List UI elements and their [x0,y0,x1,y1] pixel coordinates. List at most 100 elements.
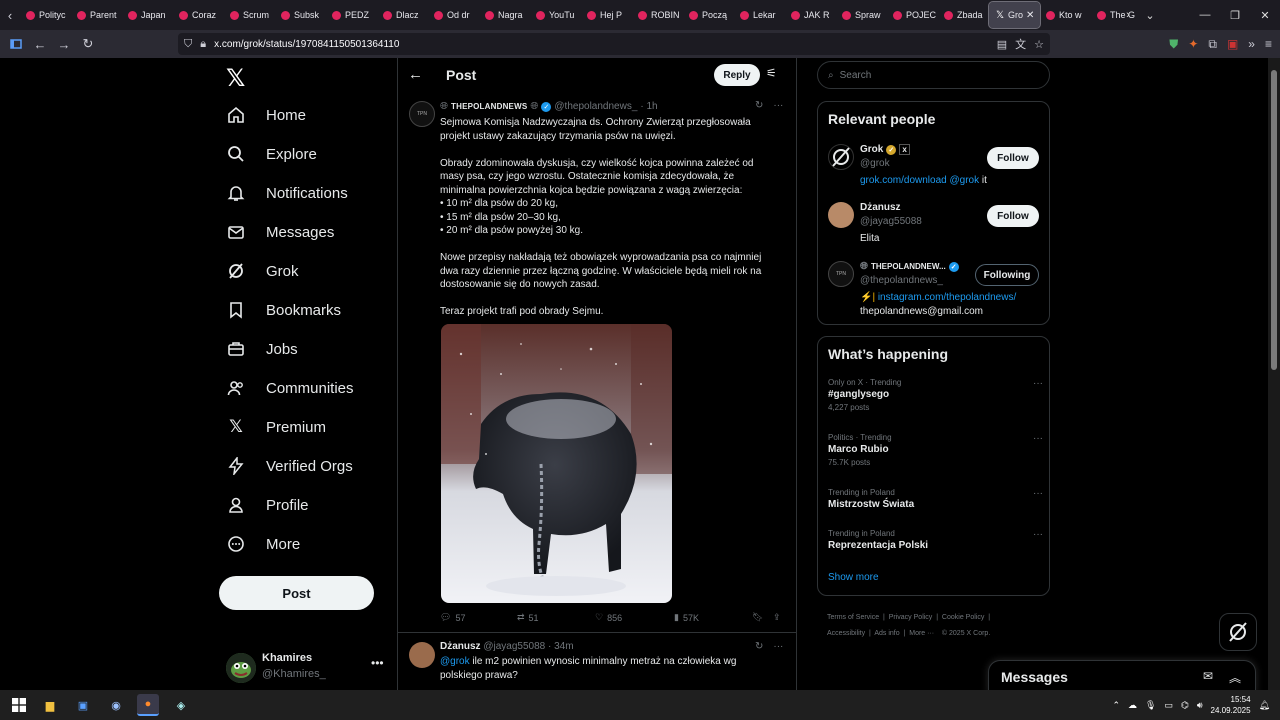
post-time[interactable]: · 1h [640,101,657,112]
browser-tab[interactable]: PEDZ [326,2,377,28]
nav-item-premium[interactable]: 𝕏 Premium [226,412,326,442]
follow-button[interactable]: Follow [987,147,1039,169]
reply-action[interactable]: 💬︎ 57 [440,612,465,623]
avatar[interactable] [828,202,854,228]
more-dots-icon[interactable]: ··· [1033,488,1043,499]
more-dots-icon[interactable]: ··· [1033,433,1043,444]
like-action[interactable]: ♡ 856 [595,612,622,623]
browser-tab[interactable]: 𝕏 Gro ✕ [988,1,1041,29]
trend-item[interactable]: Trending in Poland Mistrzostw Świata ··· [828,488,1043,510]
app-icon[interactable]: ◈ [170,694,192,716]
trend-item[interactable]: Trending in Poland Reprezentacja Polski … [828,529,1043,551]
reply-author-handle[interactable]: @jayag55088 [483,641,545,652]
nav-item-verified-orgs[interactable]: Verified Orgs [226,451,353,481]
browser-tab[interactable]: Spraw [836,2,887,28]
browser-tab[interactable]: Hej P [581,2,632,28]
minimize-icon[interactable]: — [1190,0,1220,30]
scrollbar-thumb[interactable] [1271,70,1277,370]
extensions-puzzle-icon[interactable]: ⧉ [1208,37,1217,52]
browser-tab[interactable]: POJEC [887,2,938,28]
browser-tab[interactable]: Dlacz [377,2,428,28]
tab-scroll-right-icon[interactable]: › [1117,0,1139,30]
clock[interactable]: 15:54 24.09.2025 [1211,694,1251,716]
browser-tab[interactable]: Zbada [938,2,989,28]
cloud-icon[interactable]: ☁ [1128,700,1137,711]
more-dots-icon[interactable]: ··· [773,100,783,111]
grok-explain-icon[interactable]: ↻ [755,641,763,652]
nav-item-notifications[interactable]: Notifications [226,178,348,208]
firefox-icon[interactable]: ● [137,694,159,716]
steam-icon[interactable]: ◉ [105,694,127,716]
browser-tab[interactable]: Lekar [734,2,785,28]
following-button[interactable]: Following [975,264,1039,286]
nav-item-messages[interactable]: Messages [226,217,334,247]
footer-link[interactable]: Cookie Policy [942,614,984,621]
messages-drawer[interactable]: Messages ✉ ︽ [988,660,1256,694]
reply-author-name[interactable]: Dżanusz [440,641,481,652]
grok-explain-icon[interactable]: ↻ [755,100,763,111]
nav-item-profile[interactable]: Profile [226,490,309,520]
views-action[interactable]: ▮ 57K [674,612,699,623]
tray-chevron-up-icon[interactable]: ⌃ [1112,700,1120,711]
nav-item-communities[interactable]: Communities [226,373,354,403]
show-more-link[interactable]: Show more [828,572,879,583]
account-menu-dots-icon[interactable]: ••• [371,656,384,670]
notification-bell-icon[interactable]: 🔔︎ [1259,700,1270,711]
author-name[interactable]: THEPOLANDNEWS [451,102,527,111]
browser-tab[interactable]: YouTu [530,2,581,28]
nav-item-grok[interactable]: Grok [226,256,299,286]
browser-tab[interactable]: Parent [71,2,122,28]
browser-tab[interactable]: Coraz [173,2,224,28]
new-message-icon[interactable]: ✉ [1203,669,1213,683]
translate-icon[interactable]: 文 [1015,36,1026,52]
reload-icon[interactable]: ↻ [76,32,100,56]
bio-mention[interactable]: @grok [950,175,980,186]
bookmark-icon[interactable]: 🔖︎ [752,612,763,623]
nav-item-jobs[interactable]: Jobs [226,334,298,364]
nav-item-more[interactable]: More [226,529,300,559]
url-text[interactable]: x.com/grok/status/1970841150501364110 [214,39,399,50]
browser-tab[interactable]: Kto w [1040,2,1091,28]
url-bar[interactable]: ⛉ 🔒︎ x.com/grok/status/19708411505013641… [178,33,1050,55]
post-button[interactable]: Post [219,576,374,610]
volume-icon[interactable]: 🔊︎ [1197,700,1203,711]
tab-scroll-left-icon[interactable]: ‹ [0,0,20,30]
person-name-text[interactable]: Grok [860,144,883,155]
footer-link[interactable]: Ads info [874,630,899,637]
bio-link[interactable]: grok.com/download [860,175,947,186]
browser-tab[interactable]: JAK R [785,2,836,28]
maximize-icon[interactable]: ❐ [1220,0,1250,30]
close-tab-icon[interactable]: ✕ [1026,10,1034,21]
nav-item-explore[interactable]: Explore [226,139,317,169]
footer-link[interactable]: More ··· [909,630,934,637]
browser-tab[interactable]: Polityc [20,2,71,28]
forward-arrow-icon[interactable]: → [52,32,76,56]
browser-tab[interactable]: Japan [122,2,173,28]
more-dots-icon[interactable]: ··· [1033,378,1043,389]
search-input[interactable]: ⌕ Search [817,61,1050,89]
nav-item-home[interactable]: Home [226,100,306,130]
file-explorer-icon[interactable]: ▆ [39,694,61,716]
browser-tab[interactable]: ROBIN [632,2,683,28]
trend-item[interactable]: Only on X · Trending #ganglysego 4,227 p… [828,378,1043,412]
bookmark-star-icon[interactable]: ☆ [1034,38,1044,51]
browser-tab[interactable]: Subsk [275,2,326,28]
repost-action[interactable]: ⇄ 51 [517,612,539,623]
sliders-icon[interactable]: ⚟ [766,66,777,80]
browser-tab[interactable]: Począ [683,2,734,28]
lock-icon[interactable]: 🔒︎ [200,38,206,51]
x-logo-icon[interactable]: 𝕏 [226,64,252,92]
avatar[interactable]: TPN [828,261,854,287]
post-image[interactable] [441,324,672,603]
avatar[interactable] [409,642,435,668]
extension-badge-icon[interactable]: ▣ [1227,37,1238,51]
avatar[interactable] [828,144,854,170]
person-name-text[interactable]: THEPOLANDNEW... [871,262,946,271]
person-name[interactable]: Dżanusz [860,202,901,213]
browser-tab[interactable]: Nagra [479,2,530,28]
app-monitor-icon[interactable]: ▣ [72,694,94,716]
page-scrollbar[interactable] [1268,58,1280,690]
reply-button[interactable]: Reply [714,64,760,86]
footer-link[interactable]: Privacy Policy [889,614,933,621]
more-dots-icon[interactable]: ··· [1033,529,1043,540]
